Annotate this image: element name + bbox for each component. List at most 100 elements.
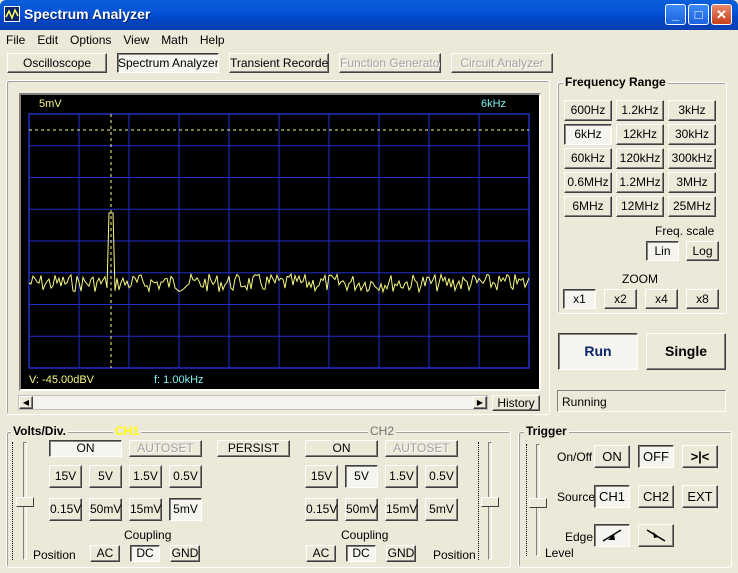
ch1-volts-5mv-button[interactable]: 5mV [169,498,202,521]
title-bar[interactable]: Spectrum Analyzer _ □ ✕ [0,0,738,30]
cursor-level-readout: V: -45.00dBV [29,374,95,386]
freq-range-1p2mhz-button[interactable]: 1.2MHz [616,172,664,193]
ch1-autoset-button[interactable]: AUTOSET [129,440,202,457]
history-button[interactable]: History [492,395,540,411]
freq-range-6khz-button[interactable]: 6kHz [564,124,612,145]
trigger-on-button[interactable]: ON [594,445,630,468]
scale-log-button[interactable]: Log [686,241,719,261]
ch1-label: CH1 [113,424,142,438]
circuit-analyzer-button[interactable]: Circuit Analyzer [451,53,553,73]
single-button[interactable]: Single [646,333,726,370]
ch2-coupling-gnd[interactable]: GND [386,545,416,562]
trigger-onoff-label: On/Off [557,450,593,464]
ch1-coupling-ac[interactable]: AC [90,545,120,562]
ch1-volts-0p15v-button[interactable]: 0.15V [49,498,82,521]
frequency-range-title: Frequency Range [563,75,668,89]
scroll-left-icon[interactable]: ◀ [19,396,33,409]
freq-range-600hz-button[interactable]: 600Hz [564,100,612,121]
status-text: Running [562,395,607,409]
scale-lin-button[interactable]: Lin [646,241,679,261]
ch1-coupling-gnd[interactable]: GND [170,545,200,562]
function-generator-button[interactable]: Function Generator [339,53,441,73]
ch1-volts-1p5v-button[interactable]: 1.5V [129,465,162,488]
ch2-coupling-label: Coupling [341,528,389,542]
run-button[interactable]: Run [558,333,638,370]
ch1-volts-0p5v-button[interactable]: 0.5V [169,465,202,488]
window-title: Spectrum Analyzer [24,6,151,22]
maximize-button[interactable]: □ [688,4,709,25]
freq-range-120khz-button[interactable]: 120kHz [616,148,664,169]
ch2-coupling-dc[interactable]: DC [346,545,376,562]
freq-range-60khz-button[interactable]: 60kHz [564,148,612,169]
freq-range-12mhz-button[interactable]: 12MHz [616,196,664,217]
cursor-frequency-readout: f: 1.00kHz [154,374,204,386]
ch1-position-label: Position [33,548,76,562]
source-ext-button[interactable]: EXT [682,485,718,508]
ch2-volts-15v-button[interactable]: 15V [305,465,338,488]
ch1-on-button[interactable]: ON [49,440,122,457]
persist-button[interactable]: PERSIST [217,440,290,457]
zoom-x1-button[interactable]: x1 [563,289,596,309]
zoom-x8-button[interactable]: x8 [686,289,719,309]
menu-math[interactable]: Math [155,30,194,50]
menu-options[interactable]: Options [64,30,117,50]
ch1-volts-15v-button[interactable]: 15V [49,465,82,488]
source-ch1-button[interactable]: CH1 [594,485,630,508]
trigger-level-label: Level [545,546,574,560]
ch1-position-slider[interactable] [16,497,34,507]
freq-scale-label: Freq. scale [655,224,715,238]
ch1-volts-50mv-button[interactable]: 50mV [89,498,122,521]
spectrum-display[interactable]: 5mV 6kHz V: -45.00dBV f: 1.00kHz [19,93,541,391]
freq-range-300khz-button[interactable]: 300kHz [668,148,716,169]
trigger-off-button[interactable]: OFF [638,445,674,468]
zoom-label: ZOOM [622,272,658,286]
ch2-volts-15mv-button[interactable]: 15mV [385,498,418,521]
rising-edge-button[interactable] [594,524,630,547]
menu-bar: File Edit Options View Math Help [0,30,738,50]
ch1-coupling-dc[interactable]: DC [130,545,160,562]
status-field: Running [557,390,726,412]
ch2-volts-5mv-button[interactable]: 5mV [425,498,458,521]
freq-range-1p2khz-button[interactable]: 1.2kHz [616,100,664,121]
spectrum-analyzer-button[interactable]: Spectrum Analyzer [117,53,219,73]
ch1-coupling-label: Coupling [124,528,172,542]
freq-range-12khz-button[interactable]: 12kHz [616,124,664,145]
menu-help[interactable]: Help [194,30,231,50]
oscilloscope-button[interactable]: Oscilloscope [7,53,107,73]
freq-range-3mhz-button[interactable]: 3MHz [668,172,716,193]
ch2-coupling-ac[interactable]: AC [306,545,336,562]
scroll-right-icon[interactable]: ▶ [473,396,487,409]
menu-file[interactable]: File [0,30,31,50]
freq-range-6mhz-button[interactable]: 6MHz [564,196,612,217]
zoom-x2-button[interactable]: x2 [604,289,637,309]
transient-recorder-button[interactable]: Transient Recorder [229,53,329,73]
ch2-volts-0p15v-button[interactable]: 0.15V [305,498,338,521]
ch2-volts-5v-button[interactable]: 5V [345,465,378,488]
falling-edge-button[interactable] [638,524,674,547]
ch2-autoset-button[interactable]: AUTOSET [385,440,458,457]
menu-edit[interactable]: Edit [31,30,64,50]
rising-edge-icon [602,529,622,542]
menu-view[interactable]: View [117,30,155,50]
ch2-position-slider[interactable] [481,497,499,507]
ch2-on-button[interactable]: ON [305,440,378,457]
trigger-title: Trigger [524,424,569,438]
trigger-center-button[interactable]: >|< [682,445,718,468]
ch1-volts-15mv-button[interactable]: 15mV [129,498,162,521]
freq-range-30khz-button[interactable]: 30kHz [668,124,716,145]
freq-range-25mhz-button[interactable]: 25MHz [668,196,716,217]
falling-edge-icon [646,529,666,542]
ch2-label: CH2 [368,424,397,438]
freq-range-0p6mhz-button[interactable]: 0.6MHz [564,172,612,193]
horizontal-scrollbar[interactable]: ◀ ▶ [18,395,488,410]
zoom-x4-button[interactable]: x4 [645,289,678,309]
source-ch2-button[interactable]: CH2 [638,485,674,508]
trigger-level-slider[interactable] [529,498,547,508]
close-button[interactable]: ✕ [711,4,732,25]
ch1-volts-5v-button[interactable]: 5V [89,465,122,488]
freq-range-3khz-button[interactable]: 3kHz [668,100,716,121]
ch2-volts-0p5v-button[interactable]: 0.5V [425,465,458,488]
minimize-button[interactable]: _ [665,4,686,25]
ch2-volts-1p5v-button[interactable]: 1.5V [385,465,418,488]
ch2-volts-50mv-button[interactable]: 50mV [345,498,378,521]
